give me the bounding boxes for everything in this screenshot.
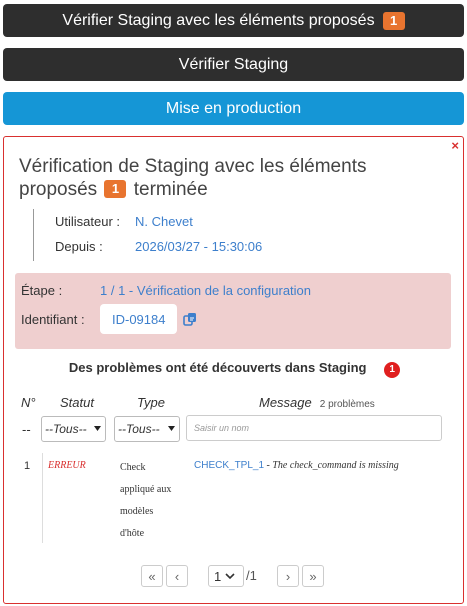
chevron-down-icon (94, 426, 101, 431)
identifier-label: Identifiant : (21, 311, 85, 327)
row-type-line: modèles (120, 506, 154, 517)
user-value[interactable]: N. Chevet (135, 214, 193, 229)
row-status: ERREUR (48, 460, 86, 471)
page-total: /1 (246, 568, 257, 583)
step-row: Étape : 1 / 1 - Vérification de la confi… (21, 283, 311, 298)
double-chevron-right-icon[interactable]: » (302, 565, 324, 587)
verify-with-elements-button[interactable]: Vérifier Staging avec les éléments propo… (3, 4, 464, 37)
row-check-code[interactable]: CHECK_TPL_1 (194, 460, 264, 471)
deploy-production-button[interactable]: Mise en production (3, 92, 464, 125)
panel-title-last-word: proposés (19, 179, 103, 200)
problems-count-badge: 1 (384, 362, 401, 378)
row-type-line: appliqué aux (120, 484, 172, 495)
close-icon[interactable]: × (451, 139, 459, 153)
column-num: N° (21, 395, 36, 410)
verify-staging-button[interactable]: Vérifier Staging (3, 48, 464, 81)
chevron-right-icon[interactable]: › (277, 565, 299, 587)
verify-staging-label: Vérifier Staging (178, 55, 289, 73)
verification-result-panel: × Vérification de Staging avec les éléme… (3, 136, 464, 604)
identifier-row: Identifiant : ID-09184 (21, 304, 197, 334)
row-message: CHECK_TPL_1 - The check_command is missi… (194, 460, 399, 471)
chevron-down-icon (168, 426, 175, 431)
row-type: Check appliqué aux modèles d'hôte (120, 457, 188, 545)
panel-title-suffix: terminée (128, 179, 208, 200)
chevron-left-icon[interactable]: ‹ (166, 565, 188, 587)
row-message-text: - The check_command is missing (264, 460, 399, 471)
problems-heading: Des problèmes ont été découverts dans St… (4, 360, 465, 378)
column-message: Message 2 problèmes (259, 395, 375, 410)
row-num: 1 (24, 460, 31, 472)
search-placeholder: Saisir un nom (194, 423, 250, 433)
pagination: « ‹ 1 /1 › » (4, 565, 465, 587)
problem-count-label: 2 problèmes (319, 399, 375, 410)
panel-title-count-badge: 1 (104, 180, 127, 198)
panel-title: Vérification de Staging avec les élément… (19, 155, 439, 201)
run-metadata: Utilisateur : N. Chevet Depuis : 2026/03… (33, 209, 262, 261)
page-select[interactable]: 1 (208, 565, 244, 587)
problems-title-text: Des problèmes ont été découverts dans St… (68, 360, 367, 375)
current-page: 1 (214, 568, 222, 584)
chevron-down-icon (225, 572, 235, 579)
double-chevron-left-icon[interactable]: « (141, 565, 163, 587)
status-filter-value: --Tous-- (45, 422, 87, 436)
row-type-line: d'hôte (120, 528, 145, 539)
status-filter-select[interactable]: --Tous-- (41, 416, 106, 442)
since-value: 2026/03/27 - 15:30:06 (135, 239, 263, 254)
step-value[interactable]: 1 / 1 - Vérification de la configuration (100, 283, 311, 298)
row-type-line: Check (120, 462, 146, 473)
column-status: Statut (60, 395, 94, 410)
message-search-input[interactable]: Saisir un nom (186, 415, 442, 441)
user-label: Utilisateur : (55, 214, 121, 229)
type-filter-value: --Tous-- (118, 422, 160, 436)
type-filter-select[interactable]: --Tous-- (114, 416, 180, 442)
num-filter-placeholder: -- (22, 422, 31, 437)
elements-count-badge: 1 (382, 11, 405, 30)
panel-title-line2: proposés 1 terminée (19, 179, 208, 200)
verify-with-elements-label: Vérifier Staging avec les éléments propo… (62, 11, 375, 29)
deploy-production-label: Mise en production (165, 99, 302, 117)
copy-icon[interactable] (183, 312, 197, 326)
column-divider (42, 453, 43, 543)
column-type: Type (137, 395, 165, 410)
since-row: Depuis : 2026/03/27 - 15:30:06 (55, 234, 262, 259)
column-message-label: Message (259, 395, 312, 410)
step-info-box: Étape : 1 / 1 - Vérification de la confi… (15, 273, 451, 349)
since-label: Depuis : (55, 239, 103, 254)
panel-title-text: Vérification de Staging avec les élément… (19, 156, 367, 177)
user-row: Utilisateur : N. Chevet (55, 209, 262, 234)
step-label: Étape : (21, 283, 63, 298)
identifier-value: ID-09184 (100, 304, 178, 334)
